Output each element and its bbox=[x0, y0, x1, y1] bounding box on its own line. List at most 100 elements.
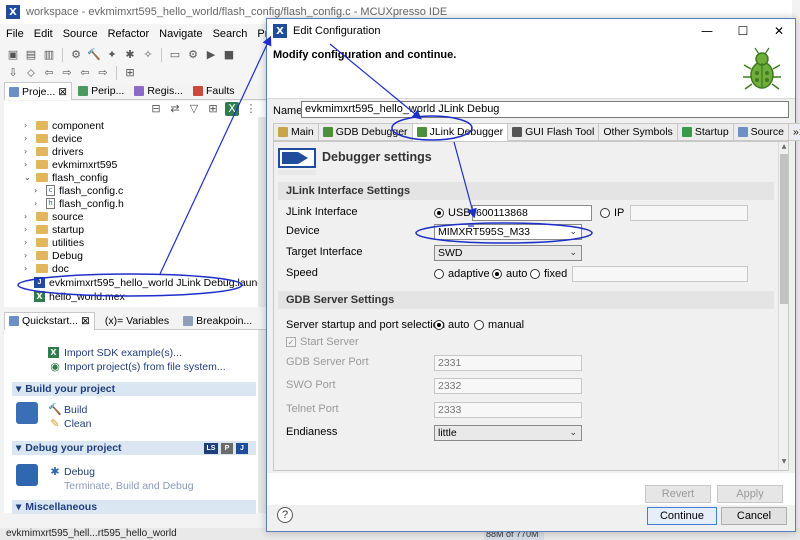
apply-button[interactable]: Apply bbox=[717, 485, 783, 503]
menu-refactor[interactable]: Refactor bbox=[108, 28, 150, 40]
history-forward-icon[interactable]: ⇨ bbox=[96, 66, 110, 80]
cancel-button[interactable]: Cancel bbox=[721, 507, 787, 525]
terminate-icon[interactable]: ✧ bbox=[141, 48, 155, 62]
usb-radio[interactable] bbox=[434, 208, 444, 218]
stop-icon[interactable]: ■ bbox=[222, 48, 236, 62]
gdb-port-input[interactable]: 2331 bbox=[434, 355, 582, 371]
misc-section-header[interactable]: ▾ Miscellaneous bbox=[12, 500, 256, 514]
build-section-header[interactable]: ▾ Build your project bbox=[12, 382, 256, 396]
scrollbar-thumb[interactable] bbox=[780, 154, 788, 304]
settings-icon[interactable]: ⚙ bbox=[69, 48, 83, 62]
dialog-titlebar[interactable]: X Edit Configuration — ☐ ✕ bbox=[267, 19, 795, 43]
tab-faults[interactable]: Faults bbox=[189, 82, 239, 100]
close-icon[interactable]: ✕ bbox=[771, 23, 787, 39]
tree-item[interactable]: › component bbox=[24, 119, 104, 132]
tab-jlink-debugger[interactable]: JLink Debugger bbox=[412, 123, 509, 141]
import-sdk-link[interactable]: Import SDK example(s)... bbox=[64, 347, 182, 359]
minimize-icon[interactable]: — bbox=[699, 23, 715, 39]
run-icon[interactable]: ▶ bbox=[204, 48, 218, 62]
scroll-up-icon[interactable]: ▲ bbox=[780, 143, 788, 153]
maximize-icon[interactable]: ☐ bbox=[735, 23, 751, 39]
chevron-right-icon[interactable]: › bbox=[34, 186, 42, 195]
chevron-right-icon[interactable]: › bbox=[24, 264, 32, 273]
tab-main[interactable]: Main bbox=[273, 123, 319, 141]
menu-search[interactable]: Search bbox=[213, 28, 248, 40]
chevron-right-icon[interactable]: › bbox=[24, 251, 32, 260]
menu-edit[interactable]: Edit bbox=[34, 28, 53, 40]
open-perspective-icon[interactable]: ⊞ bbox=[123, 66, 137, 80]
speed-auto-radio[interactable] bbox=[492, 269, 502, 279]
history-back-icon[interactable]: ⇦ bbox=[78, 66, 92, 80]
filter-icon[interactable]: ⬦ bbox=[24, 66, 38, 80]
chevron-right-icon[interactable]: › bbox=[24, 225, 32, 234]
tree-item[interactable]: › evkmimxrt595 bbox=[24, 158, 117, 171]
speed-fixed-radio[interactable] bbox=[530, 269, 540, 279]
usb-serial-input[interactable]: 600113868 bbox=[472, 205, 592, 221]
clean-link[interactable]: Clean bbox=[64, 418, 91, 430]
mcux-menu-icon[interactable]: X bbox=[225, 102, 239, 116]
linkserver-icon[interactable]: LS bbox=[204, 442, 218, 454]
pemicro-icon[interactable]: P bbox=[221, 442, 233, 454]
gear-icon[interactable]: ⚙ bbox=[186, 48, 200, 62]
chevron-right-icon[interactable]: › bbox=[24, 134, 32, 143]
quickstart-scrollbar[interactable] bbox=[258, 330, 266, 513]
help-icon[interactable]: ? bbox=[277, 507, 293, 523]
tab-gdb-debugger[interactable]: GDB Debugger bbox=[318, 123, 413, 141]
segger-jlink-icon[interactable]: J bbox=[236, 442, 248, 454]
telnet-port-input[interactable]: 2333 bbox=[434, 402, 582, 418]
save-all-icon[interactable]: ▥ bbox=[42, 48, 56, 62]
tree-item-launch-file[interactable]: Jevkmimxrt595_hello_world JLink Debug.la… bbox=[34, 276, 268, 289]
debug-link[interactable]: Debug bbox=[64, 466, 95, 478]
terminate-build-debug-link[interactable]: Terminate, Build and Debug bbox=[64, 480, 194, 492]
tab-overflow[interactable]: »1 bbox=[788, 123, 800, 141]
tree-item[interactable]: › c flash_config.c bbox=[34, 184, 123, 197]
tree-item[interactable]: ⌄ flash_config bbox=[24, 171, 108, 184]
tab-peripherals[interactable]: Perip... bbox=[74, 82, 128, 100]
tab-breakpoints[interactable]: Breakpoin... bbox=[179, 312, 256, 330]
tree-item[interactable]: › startup bbox=[24, 223, 84, 236]
scroll-down-icon[interactable]: ▼ bbox=[780, 458, 788, 468]
chevron-right-icon[interactable]: › bbox=[24, 212, 32, 221]
tree-item[interactable]: › Debug bbox=[24, 249, 83, 262]
tree-item[interactable]: › device bbox=[24, 132, 82, 145]
chevron-down-icon[interactable]: ⌄ bbox=[24, 173, 32, 182]
chevron-right-icon[interactable]: › bbox=[24, 238, 32, 247]
chevron-right-icon[interactable]: › bbox=[24, 160, 32, 169]
startup-manual-radio[interactable] bbox=[474, 320, 484, 330]
tree-item[interactable]: › drivers bbox=[24, 145, 84, 158]
filter-icon[interactable]: ▽ bbox=[187, 102, 201, 116]
pin-icon[interactable]: ⇩ bbox=[6, 66, 20, 80]
tab-registers[interactable]: Regis... bbox=[130, 82, 187, 100]
swo-port-input[interactable]: 2332 bbox=[434, 378, 582, 394]
tab-quickstart[interactable]: Quickstart... ⊠ bbox=[4, 311, 95, 330]
console-icon[interactable]: ▭ bbox=[168, 48, 182, 62]
new-icon[interactable]: ▣ bbox=[6, 48, 20, 62]
start-server-checkbox[interactable]: ✓ bbox=[286, 337, 296, 347]
tab-other-symbols[interactable]: Other Symbols bbox=[599, 123, 678, 141]
speed-fixed-input[interactable] bbox=[572, 266, 748, 282]
tab-variables[interactable]: (x)= Variables bbox=[101, 312, 173, 330]
tab-gui-flash-tool[interactable]: GUI Flash Tool bbox=[508, 123, 600, 141]
save-icon[interactable]: ▤ bbox=[24, 48, 38, 62]
menu-file[interactable]: File bbox=[6, 28, 24, 40]
build-link[interactable]: Build bbox=[64, 404, 87, 416]
revert-button[interactable]: Revert bbox=[645, 485, 711, 503]
ip-address-input[interactable] bbox=[630, 205, 748, 221]
tree-item[interactable]: Xhello_world.mex bbox=[34, 290, 125, 303]
debug-section-header[interactable]: ▾ Debug your project LS P J bbox=[12, 441, 256, 455]
clean-icon[interactable]: ✦ bbox=[105, 48, 119, 62]
build-hammer-icon[interactable]: 🔨 bbox=[87, 48, 101, 62]
tab-source[interactable]: Source bbox=[733, 123, 789, 141]
forward-icon[interactable]: ⇨ bbox=[60, 66, 74, 80]
speed-adaptive-radio[interactable] bbox=[434, 269, 444, 279]
startup-auto-radio[interactable] bbox=[434, 320, 444, 330]
tab-startup[interactable]: Startup bbox=[677, 123, 734, 141]
endianess-select[interactable]: little ⌄ bbox=[434, 425, 582, 441]
collapse-all-icon[interactable]: ⊟ bbox=[149, 102, 163, 116]
chevron-right-icon[interactable]: › bbox=[34, 199, 42, 208]
chevron-right-icon[interactable]: › bbox=[24, 147, 32, 156]
continue-button[interactable]: Continue bbox=[647, 507, 717, 525]
project-tree-scrollbar[interactable] bbox=[258, 117, 266, 307]
tree-item[interactable]: › utilities bbox=[24, 236, 84, 249]
settings-scrollbar[interactable]: ▲ ▼ bbox=[778, 142, 788, 470]
